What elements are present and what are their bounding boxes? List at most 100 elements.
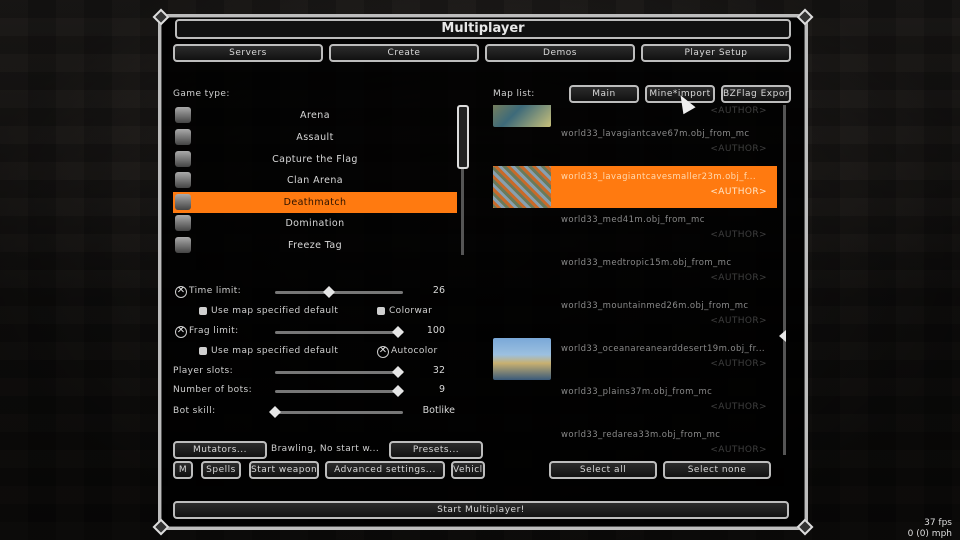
advanced-settings-button[interactable]: Advanced settings... [325, 461, 445, 479]
bot-skill-label: Bot skill: [173, 406, 216, 416]
bot-skill-value: Botlike [422, 405, 455, 416]
map-author: <AUTHOR> [710, 273, 767, 283]
gametype-label: Deathmatch [283, 197, 347, 208]
map-name: world33_lavagiantcavesmaller23m.obj_f... [561, 172, 756, 182]
map-thumbnail [493, 338, 551, 380]
gametype-assault[interactable]: Assault [173, 127, 457, 148]
map-name: world33_redarea33m.obj_from_mc [561, 430, 721, 440]
mutators-summary: Brawling, No start w... [271, 444, 380, 454]
gametype-ctf[interactable]: Capture the Flag [173, 149, 457, 170]
bzflag-export-button[interactable]: BZFlag Export [721, 85, 791, 103]
map-author: <AUTHOR> [710, 230, 767, 240]
number-of-bots-value: 9 [438, 384, 445, 395]
number-of-bots-label: Number of bots: [173, 385, 253, 395]
gametype-freeze-tag[interactable]: Freeze Tag [173, 235, 457, 256]
clan-arena-icon [175, 172, 191, 188]
use-map-default-checkbox[interactable] [199, 347, 207, 355]
map-author: <AUTHOR> [710, 316, 767, 326]
map-item[interactable]: world33_mountainmed26m.obj_from_mc <AUTH… [493, 295, 777, 337]
map-author: <AUTHOR> [710, 402, 767, 412]
speed-readout: 0 (0) mph [907, 529, 952, 539]
arena-icon [175, 107, 191, 123]
select-all-button[interactable]: Select all [549, 461, 657, 479]
tab-servers[interactable]: Servers [173, 44, 323, 62]
bot-skill-slider[interactable] [269, 406, 403, 418]
map-item[interactable]: world33_med41m.obj_from_mc <AUTHOR> [493, 209, 777, 251]
frag-limit-value: 100 [426, 325, 445, 336]
start-weapons-button[interactable]: Start weapons [249, 461, 319, 479]
gametype-scroll-thumb[interactable] [457, 105, 469, 169]
map-author: <AUTHOR> [710, 359, 767, 369]
frag-limit-slider[interactable] [275, 326, 404, 338]
map-author: <AUTHOR> [710, 187, 767, 197]
tab-player-setup[interactable]: Player Setup [641, 44, 791, 62]
deathmatch-icon [175, 194, 191, 210]
gametype-label: Capture the Flag [272, 154, 358, 165]
assault-icon [175, 129, 191, 145]
frag-limit-toggle-icon[interactable]: ✕ [175, 326, 187, 338]
map-item[interactable]: world33_oceanareanearddesert19m.obj_fr..… [493, 338, 777, 380]
use-map-default-checkbox[interactable] [199, 307, 207, 315]
vehicles-button[interactable]: Vehicles [451, 461, 485, 479]
map-item[interactable]: world33_redarea33m.obj_from_mc <AUTHOR> [493, 424, 777, 461]
time-limit-slider[interactable] [275, 286, 403, 298]
player-slots-label: Player slots: [173, 366, 234, 376]
multiplayer-window: Multiplayer Servers Create Demos Player … [152, 8, 814, 536]
map-author: <AUTHOR> [710, 144, 767, 154]
gametype-label: Arena [300, 110, 330, 121]
colorwar-checkbox[interactable] [377, 307, 385, 315]
autocolor-label: Autocolor [391, 346, 438, 356]
gametype-domination[interactable]: Domination [173, 213, 457, 234]
game-type-label: Game type: [173, 89, 230, 99]
map-item[interactable]: world33_plains37m.obj_from_mc <AUTHOR> [493, 381, 777, 423]
time-limit-value: 26 [432, 285, 445, 296]
map-name: world33_med41m.obj_from_mc [561, 215, 705, 225]
use-map-default-label: Use map specified default [211, 306, 339, 316]
map-main-button[interactable]: Main [569, 85, 639, 103]
m-button[interactable]: M [173, 461, 193, 479]
colorwar-label: Colorwar [389, 306, 433, 316]
map-item[interactable]: world33_lavagiantcave67m.obj_from_mc <AU… [493, 123, 777, 165]
freeze-tag-icon [175, 237, 191, 253]
gametype-label: Domination [285, 218, 345, 229]
map-name: world33_medtropic15m.obj_from_mc [561, 258, 732, 268]
map-item-selected[interactable]: world33_lavagiantcavesmaller23m.obj_f...… [493, 166, 777, 208]
map-name: world33_oceanareanearddesert19m.obj_fr..… [561, 344, 766, 354]
map-author: <AUTHOR> [710, 445, 767, 455]
start-multiplayer-button[interactable]: Start Multiplayer! [173, 501, 789, 519]
mutators-button[interactable]: Mutators... [173, 441, 267, 459]
player-slots-value: 32 [432, 365, 445, 376]
map-list-scrollbar[interactable] [783, 105, 786, 455]
autocolor-checkbox[interactable]: ✕ [377, 346, 389, 358]
ctf-icon [175, 151, 191, 167]
gametype-arena[interactable]: Arena [173, 105, 457, 126]
map-list-label: Map list: [493, 89, 535, 99]
spells-button[interactable]: Spells [201, 461, 241, 479]
gametype-label: Assault [296, 132, 334, 143]
number-of-bots-slider[interactable] [275, 385, 404, 397]
time-limit-label: Time limit: [189, 286, 242, 296]
map-author: <AUTHOR> [710, 106, 767, 116]
map-item[interactable]: world33_medtropic15m.obj_from_mc <AUTHOR… [493, 252, 777, 294]
gametype-clan-arena[interactable]: Clan Arena [173, 170, 457, 191]
tab-demos[interactable]: Demos [485, 44, 635, 62]
map-name: world33_plains37m.obj_from_mc [561, 387, 713, 397]
time-limit-toggle-icon[interactable]: ✕ [175, 286, 187, 298]
frag-limit-label: Frag limit: [189, 326, 239, 336]
select-none-button[interactable]: Select none [663, 461, 771, 479]
fps-counter: 37 fps [924, 518, 952, 528]
window-title: Multiplayer [175, 19, 791, 39]
domination-icon [175, 215, 191, 231]
map-name: world33_lavagiantcave67m.obj_from_mc [561, 129, 750, 139]
use-map-default-label: Use map specified default [211, 346, 339, 356]
gametype-label: Clan Arena [286, 175, 344, 186]
tab-create[interactable]: Create [329, 44, 479, 62]
map-list: <AUTHOR> world33_lavagiantcave67m.obj_fr… [493, 105, 783, 461]
map-scroll-thumb-icon[interactable] [779, 330, 786, 342]
gametype-label: Freeze Tag [287, 240, 343, 251]
map-name: world33_mountainmed26m.obj_from_mc [561, 301, 749, 311]
gametype-deathmatch[interactable]: Deathmatch [173, 192, 457, 213]
presets-button[interactable]: Presets... [389, 441, 483, 459]
player-slots-slider[interactable] [275, 366, 404, 378]
map-thumbnail [493, 166, 551, 208]
